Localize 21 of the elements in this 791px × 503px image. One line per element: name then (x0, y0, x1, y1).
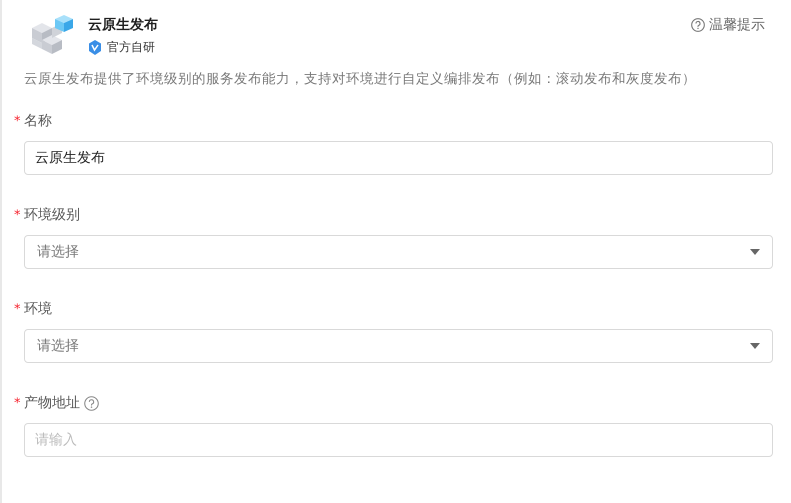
caret-icon (750, 249, 760, 255)
select-field[interactable]: 请选择 (24, 329, 773, 363)
required-mark: * (14, 114, 20, 128)
official-label: 官方自研 (107, 39, 155, 56)
help-icon[interactable] (691, 18, 705, 32)
tips-link[interactable]: 温馨提示 (709, 16, 765, 34)
field-label: 环境 (24, 300, 52, 318)
required-mark: * (14, 208, 20, 222)
caret-icon (750, 343, 760, 349)
field-label: 环境级别 (24, 206, 80, 224)
field-label: 名称 (24, 112, 52, 130)
shield-icon (88, 40, 102, 55)
description: 云原生发布提供了环境级别的服务发布能力，支持对环境进行自定义编排发布（例如：滚动发布和灰度发布） (24, 70, 697, 88)
required-mark: * (14, 396, 20, 410)
required-mark: * (14, 302, 20, 316)
input-field[interactable]: 请输入 (24, 423, 773, 457)
select-field[interactable]: 请选择 (24, 235, 773, 269)
input-field[interactable]: 云原生发布 (24, 141, 773, 175)
plugin-title: 云原生发布 (88, 16, 159, 34)
help-icon[interactable] (84, 396, 99, 410)
field-label: 产物地址 (24, 394, 80, 412)
